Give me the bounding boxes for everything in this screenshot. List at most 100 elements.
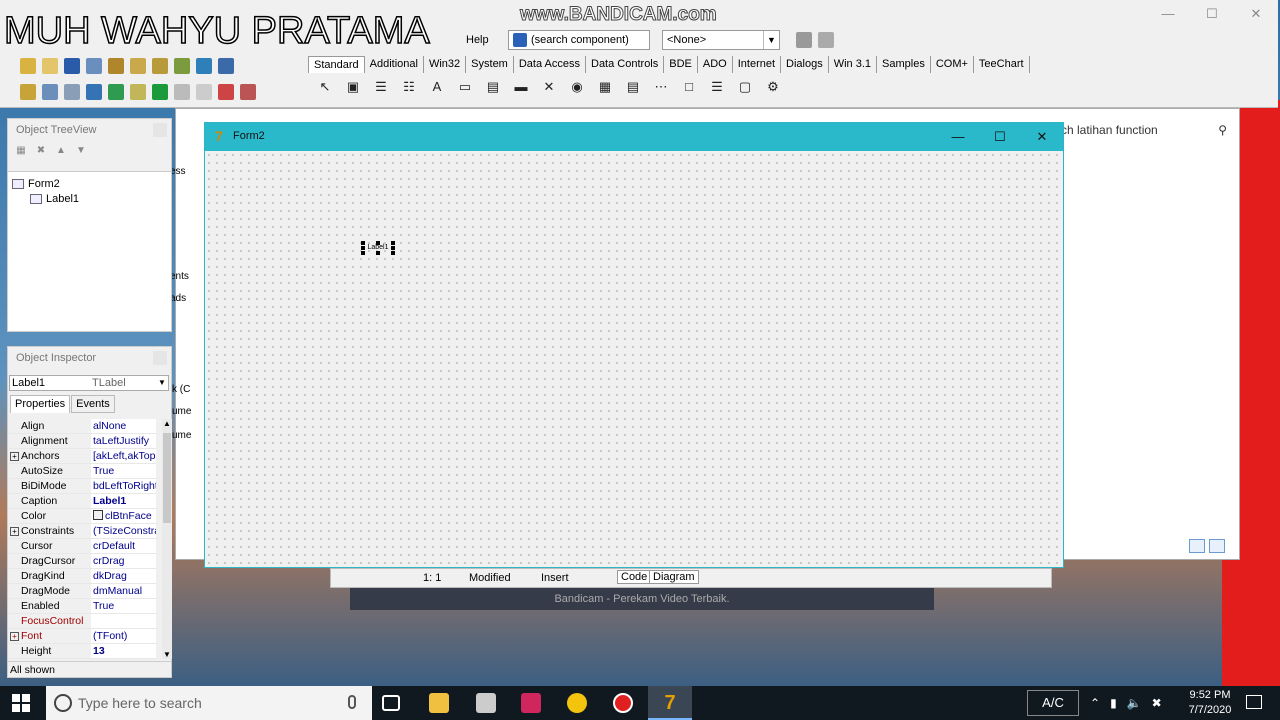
expand-icon[interactable]: + — [10, 527, 19, 536]
checkbox-component-icon[interactable]: ✕ — [540, 78, 558, 96]
view-unit-icon[interactable] — [196, 58, 212, 74]
form2-title-bar[interactable]: 7 Form2 — ☐ ✕ — [205, 123, 1063, 151]
resize-handle[interactable] — [391, 241, 395, 245]
remove-from-project-icon[interactable] — [152, 58, 168, 74]
chevron-up-icon[interactable]: ⌃ — [1090, 696, 1100, 710]
task-view-icon[interactable] — [382, 695, 400, 711]
scrollbar-thumb[interactable] — [163, 433, 171, 523]
memo-component-icon[interactable]: ▤ — [484, 78, 502, 96]
network-icon[interactable]: ✖ — [1152, 696, 1162, 710]
maximize-icon[interactable]: ☐ — [979, 123, 1021, 151]
property-row[interactable]: FocusControl — [9, 614, 156, 629]
tab-standard[interactable]: Standard — [308, 56, 365, 73]
expand-icon[interactable]: + — [10, 452, 19, 461]
notification-icon[interactable] — [1246, 695, 1262, 709]
save-all-icon[interactable] — [86, 58, 102, 74]
new-form-icon[interactable] — [42, 84, 58, 100]
details-view-icon[interactable] — [1189, 539, 1205, 553]
listbox-icon[interactable]: ▦ — [596, 78, 614, 96]
resize-handle[interactable] — [391, 251, 395, 255]
form2-design-surface[interactable]: Label1 — [205, 151, 1063, 567]
toggle-form-unit-icon[interactable] — [20, 84, 36, 100]
resize-handle[interactable] — [361, 251, 365, 255]
resize-handle[interactable] — [361, 246, 365, 250]
access-app-icon[interactable] — [521, 693, 541, 713]
scroll-down-icon[interactable]: ▼ — [162, 650, 172, 659]
tab-bde[interactable]: BDE — [664, 56, 698, 73]
property-row[interactable]: DragCursor crDrag — [9, 554, 156, 569]
property-row[interactable]: Caption Label1 — [9, 494, 156, 509]
close-icon[interactable]: ✕ — [1021, 123, 1063, 151]
form-icon[interactable] — [86, 84, 102, 100]
tab-com-plus[interactable]: COM+ — [931, 56, 974, 73]
main-menu-icon[interactable]: ☰ — [372, 78, 390, 96]
popup-menu-icon[interactable]: ☷ — [400, 78, 418, 96]
ac-indicator[interactable]: A/C — [1027, 690, 1079, 716]
tab-ado[interactable]: ADO — [698, 56, 733, 73]
close-icon[interactable]: ✕ — [1234, 0, 1278, 28]
save-desktop-icon[interactable] — [796, 32, 812, 48]
tab-internet[interactable]: Internet — [733, 56, 782, 73]
property-row[interactable]: Alignment taLeftJustify — [9, 434, 156, 449]
combobox-icon[interactable]: ▤ — [624, 78, 642, 96]
panel-icon[interactable]: ▢ — [736, 78, 754, 96]
tab-dialogs[interactable]: Dialogs — [781, 56, 829, 73]
pointer-icon[interactable]: ↖ — [316, 78, 334, 96]
taskbar-search-box[interactable]: Type here to search — [46, 686, 372, 720]
resize-handle[interactable] — [361, 241, 365, 245]
play-icon[interactable] — [152, 84, 168, 100]
chrome-icon[interactable] — [567, 693, 587, 713]
help-icon[interactable] — [174, 58, 190, 74]
set-debug-desktop-icon[interactable] — [818, 32, 834, 48]
inspector-object-select[interactable]: Label1 TLabel ▼ — [9, 375, 169, 391]
video-editor-icon[interactable] — [476, 693, 496, 713]
open-project-icon[interactable] — [108, 58, 124, 74]
property-row[interactable]: DragKind dkDrag — [9, 569, 156, 584]
file-explorer-icon[interactable] — [429, 693, 449, 713]
tab-teechart[interactable]: TeeChart — [974, 56, 1030, 73]
run-icon[interactable] — [108, 84, 124, 100]
microphone-icon[interactable] — [348, 695, 356, 709]
tab-samples[interactable]: Samples — [877, 56, 931, 73]
property-row[interactable]: BiDiMode bdLeftToRight — [9, 479, 156, 494]
battery-icon[interactable]: ▮ — [1110, 696, 1117, 710]
view-form-icon[interactable] — [218, 58, 234, 74]
tab-system[interactable]: System — [466, 56, 514, 73]
bandicam-icon[interactable] — [613, 693, 633, 713]
component-search-box[interactable]: (search component) — [508, 30, 650, 50]
tab-win32[interactable]: Win32 — [424, 56, 467, 73]
resize-handle[interactable] — [376, 251, 380, 255]
tab-properties[interactable]: Properties — [10, 395, 71, 413]
minimize-icon[interactable]: — — [1146, 0, 1190, 28]
step-over-icon[interactable] — [218, 84, 234, 100]
label-component-icon[interactable]: A — [428, 78, 446, 96]
resize-handle[interactable] — [391, 246, 395, 250]
property-row[interactable]: DragMode dmManual — [9, 584, 156, 599]
minimize-icon[interactable]: — — [937, 123, 979, 151]
tab-events[interactable]: Events — [71, 395, 115, 413]
resize-handle[interactable] — [376, 241, 380, 245]
move-up-icon[interactable]: ▲ — [54, 144, 68, 158]
scroll-up-icon[interactable]: ▲ — [162, 419, 172, 428]
pause-icon[interactable] — [174, 84, 190, 100]
expand-icon[interactable]: + — [10, 632, 19, 641]
property-row[interactable]: + Anchors [akLeft,akTop — [9, 449, 156, 464]
property-row[interactable]: + Constraints (TSizeConstra — [9, 524, 156, 539]
tab-win31[interactable]: Win 3.1 — [829, 56, 878, 73]
view-form-list-icon[interactable] — [64, 84, 80, 100]
maximize-icon[interactable]: ☐ — [1190, 0, 1234, 28]
chevron-down-icon[interactable]: ▼ — [763, 31, 779, 49]
form2-designer-window[interactable]: 7 Form2 — ☐ ✕ Label1 — [204, 122, 1064, 568]
open-icon[interactable] — [42, 58, 58, 74]
move-down-icon[interactable]: ▼ — [74, 144, 88, 158]
taskbar-clock[interactable]: 9:52 PM 7/7/2020 — [1180, 688, 1240, 718]
inspector-scrollbar[interactable]: ▲ ▼ — [162, 419, 172, 659]
pin-icon[interactable] — [153, 351, 167, 365]
edit-component-icon[interactable]: ▭ — [456, 78, 474, 96]
delete-item-icon[interactable]: ✖ — [34, 144, 48, 158]
radiogroup-icon[interactable]: ☰ — [708, 78, 726, 96]
property-row[interactable]: Cursor crDefault — [9, 539, 156, 554]
radio-button-icon[interactable]: ◉ — [568, 78, 586, 96]
desktop-config-select[interactable]: <None> ▼ — [662, 30, 780, 50]
save-icon[interactable] — [64, 58, 80, 74]
